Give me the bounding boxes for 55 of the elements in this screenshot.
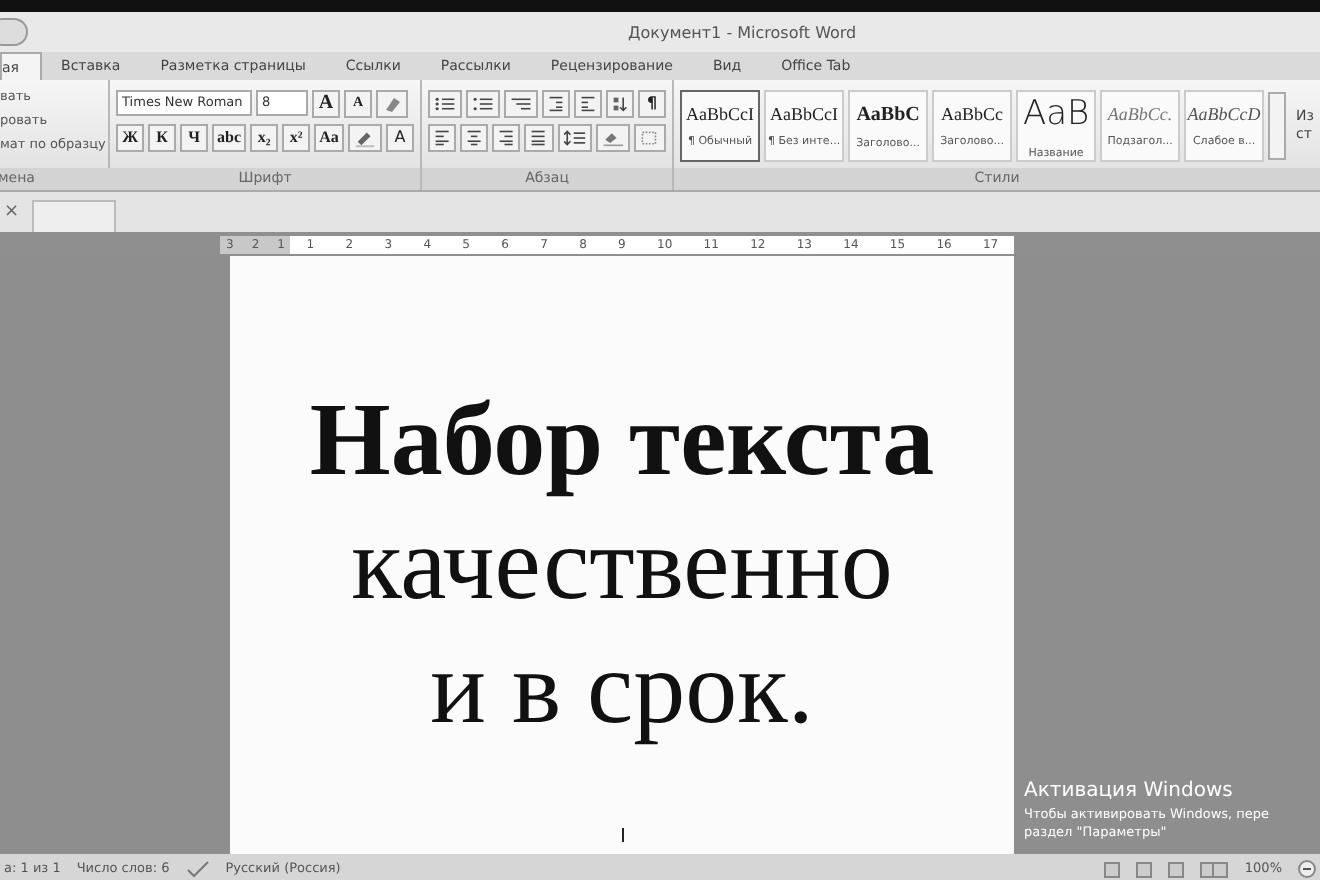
decrease-indent-button[interactable] xyxy=(542,89,571,117)
format-button[interactable]: Ч xyxy=(180,123,209,151)
numbered-list-button[interactable] xyxy=(466,89,501,117)
format-button[interactable]: x₂ xyxy=(250,123,279,151)
decrease-indent-icon xyxy=(548,93,565,113)
spelling-check-icon[interactable] xyxy=(185,860,210,878)
borders-icon xyxy=(640,127,661,147)
line-spacing-icon xyxy=(563,127,586,147)
document-text: Набор текста xyxy=(309,382,935,502)
highlight-icon xyxy=(354,127,377,147)
line-spacing-button[interactable] xyxy=(557,123,592,151)
align-center-button[interactable] xyxy=(460,123,489,151)
show-formatting-button[interactable]: ¶ xyxy=(638,89,667,117)
style-sample: AaB xyxy=(1022,91,1090,138)
format-button[interactable]: x² xyxy=(282,123,311,151)
bullet-list-button[interactable] xyxy=(428,89,463,117)
grow-font-button[interactable]: A xyxy=(312,89,341,117)
align-left-icon xyxy=(434,127,451,147)
shading-button[interactable] xyxy=(595,123,631,151)
activation-title: Активация Windows xyxy=(1024,778,1235,806)
format-button[interactable]: Ж xyxy=(116,123,145,151)
format-button[interactable]: abc xyxy=(212,123,247,151)
sort-icon xyxy=(612,93,629,113)
align-left-button[interactable] xyxy=(428,123,457,151)
align-right-icon xyxy=(498,127,515,147)
clear-formatting-icon xyxy=(382,93,403,113)
align-right-button[interactable] xyxy=(492,123,521,151)
format-button[interactable]: Aa xyxy=(314,123,345,151)
zoom-out-icon[interactable] xyxy=(1298,860,1316,878)
document-text: качественно xyxy=(351,506,893,626)
numbered-list-icon xyxy=(472,93,495,113)
clear-formatting-button[interactable] xyxy=(376,89,409,117)
style-sample: AaBbC xyxy=(856,101,920,130)
shading-icon xyxy=(601,127,625,147)
highlight-button[interactable] xyxy=(348,123,383,151)
font-color-button[interactable]: A xyxy=(386,123,415,151)
justify-button[interactable] xyxy=(524,123,554,151)
multilevel-list-icon xyxy=(510,93,533,113)
document-text: и в срок. xyxy=(430,630,814,750)
format-button[interactable]: К xyxy=(148,123,177,151)
style-sample: AaBbCc xyxy=(941,101,1004,128)
align-center-icon xyxy=(466,127,483,147)
style-sample: AaBbCc. xyxy=(1107,101,1173,128)
multilevel-list-button[interactable] xyxy=(504,89,539,117)
sort-button[interactable] xyxy=(606,89,635,117)
increase-indent-button[interactable] xyxy=(574,89,603,117)
text-cursor xyxy=(621,828,623,842)
style-sample: AaBbCcD xyxy=(1187,101,1261,128)
style-sample: AaBbCcI xyxy=(686,101,755,128)
bullet-list-icon xyxy=(434,93,457,113)
window-title: Документ1 - Microsoft Word xyxy=(628,22,857,46)
close-tab-button[interactable]: × xyxy=(4,199,20,226)
increase-indent-icon xyxy=(580,93,597,113)
style-sample: AaBbCcI xyxy=(770,101,839,128)
justify-icon xyxy=(530,127,548,147)
